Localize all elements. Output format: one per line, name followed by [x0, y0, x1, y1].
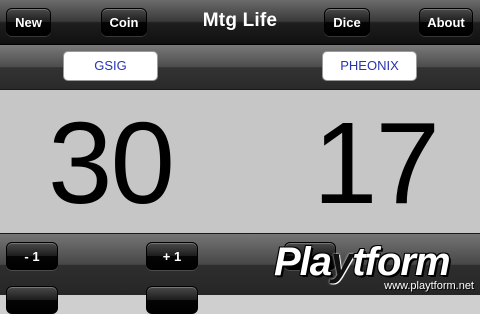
watermark-site: www.playtform.net — [384, 280, 474, 292]
player1-plus-one-button[interactable]: + 1 — [146, 242, 198, 270]
player1-name-field[interactable]: GSIG — [63, 51, 158, 81]
life-total-area: 30 17 — [0, 90, 480, 233]
playtform-watermark-logo: Playtform www.playtform.net — [268, 236, 480, 294]
player1-life-total: 30 — [48, 98, 175, 228]
app-title: Mtg Life — [202, 10, 278, 31]
player-name-bar: GSIG PHEONIX — [0, 45, 480, 90]
top-toolbar: New Coin Mtg Life Dice About — [0, 0, 480, 45]
player1-minus-one-button[interactable]: - 1 — [6, 242, 58, 270]
player2-name-field[interactable]: PHEONIX — [322, 51, 417, 81]
dice-button[interactable]: Dice — [324, 8, 370, 36]
player2-life-total: 17 — [313, 98, 440, 228]
about-button[interactable]: About — [419, 8, 473, 36]
player1-plus-five-button[interactable] — [146, 286, 198, 314]
watermark-brand: Playtform — [274, 240, 451, 284]
player1-minus-five-button[interactable] — [6, 286, 58, 314]
